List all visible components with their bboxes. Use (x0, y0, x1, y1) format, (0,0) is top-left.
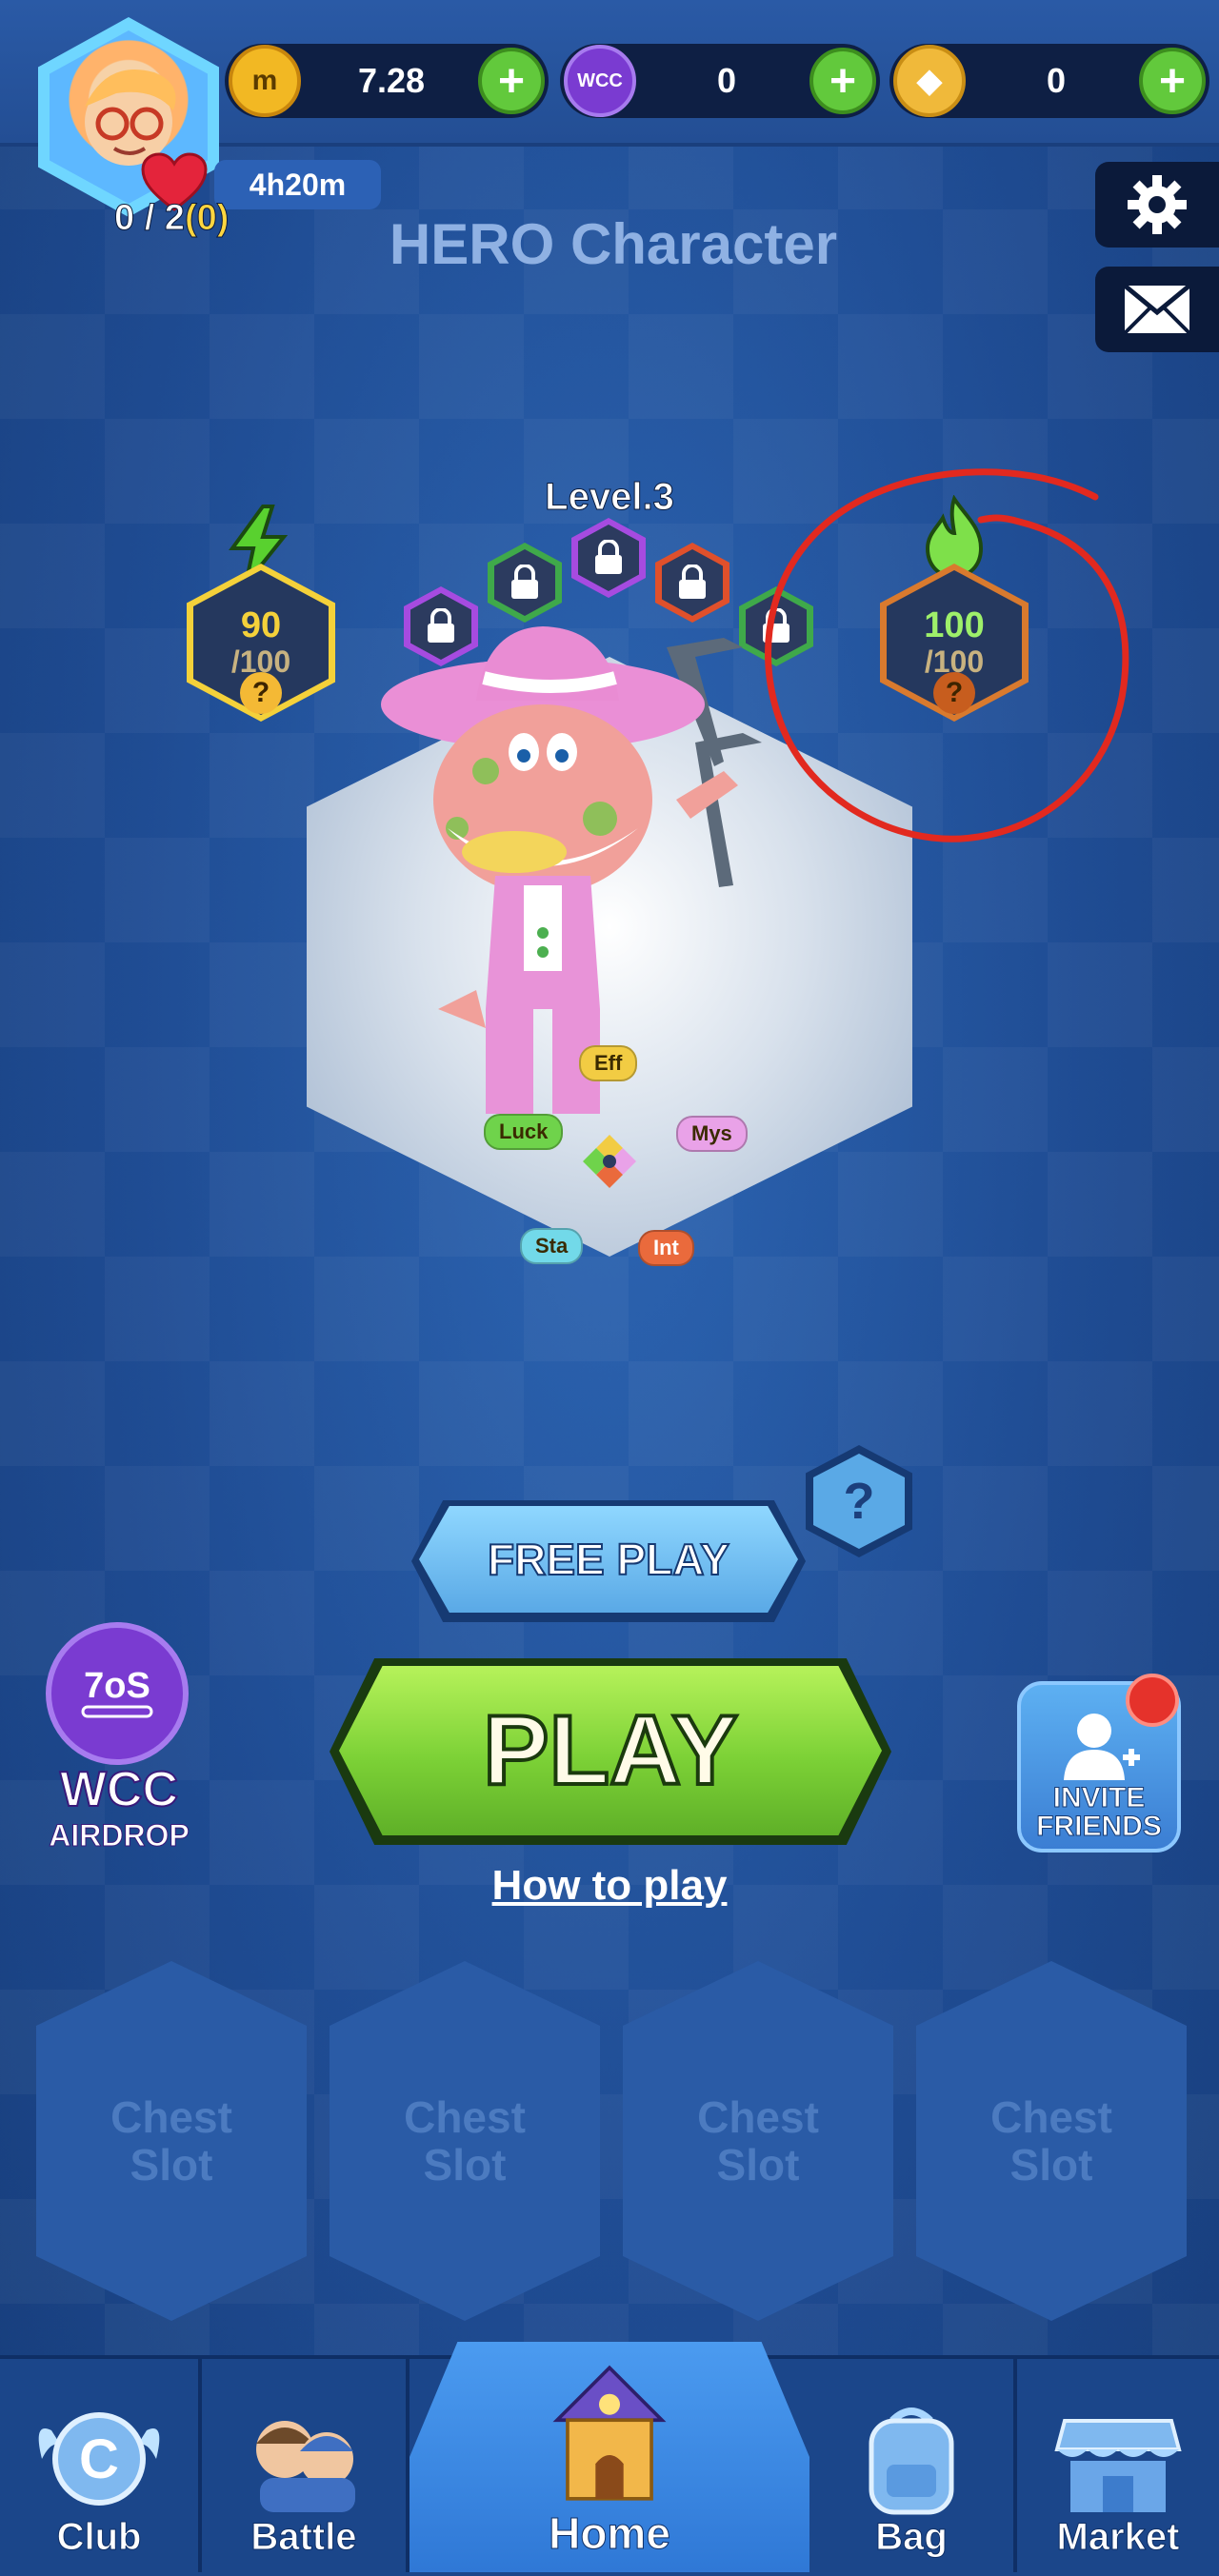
add-bnb-button[interactable]: + (1139, 48, 1206, 114)
nav-battle-label: Battle (250, 2516, 357, 2559)
coin-balance: 7.28 (357, 61, 426, 100)
currency-coin: m 7.28 + (225, 44, 549, 118)
svg-text:7oS: 7oS (84, 1666, 150, 1706)
invite-label-2: FRIENDS (1036, 1811, 1163, 1842)
trait-sta: Sta (520, 1228, 584, 1264)
bnb-token-icon: ◆ (893, 45, 966, 117)
how-to-play-link[interactable]: How to play (467, 1862, 752, 1910)
trait-gem-icon (583, 1135, 636, 1188)
home-house-icon (552, 2365, 667, 2501)
nav-bag-label: Bag (875, 2516, 949, 2559)
locked-slot-3[interactable] (571, 518, 646, 598)
wcc-logo-icon: 7oS (81, 1666, 153, 1718)
energy-count: 0 / 2(0) (114, 198, 230, 239)
lock-icon (679, 565, 706, 599)
add-friend-icon (1064, 1714, 1140, 1780)
svg-text:C: C (79, 2428, 119, 2490)
trait-int: Int (638, 1230, 694, 1266)
add-coin-button[interactable]: + (478, 48, 545, 114)
free-play-button[interactable]: FREE PLAY (419, 1506, 798, 1613)
trait-eff: Eff (579, 1045, 638, 1081)
wcc-airdrop-title: WCC (59, 1762, 179, 1817)
stamina-help-icon[interactable]: ? (240, 672, 282, 714)
nav-home-label: Home (549, 2508, 671, 2559)
chest-slot-2[interactable]: Chest Slot (330, 1961, 600, 2321)
chest-slot-4[interactable]: Chest Slot (916, 1961, 1187, 2321)
gear-icon (1128, 175, 1187, 234)
settings-button[interactable] (1095, 162, 1219, 248)
bnb-balance: 0 (1046, 61, 1067, 100)
stamina-current: 90 (240, 605, 282, 645)
chest-slot-1[interactable]: Chest Slot (36, 1961, 307, 2321)
club-shield-icon: C (38, 2412, 160, 2506)
market-stall-icon (1054, 2419, 1182, 2512)
wcc-airdrop-subtitle: AIRDROP (49, 1818, 190, 1853)
currency-wcc: WCC 0 + (560, 44, 880, 118)
nav-club-label: Club (56, 2516, 142, 2559)
nav-battle[interactable]: Battle (202, 2359, 410, 2572)
m-coin-icon: m (229, 45, 301, 117)
nav-home[interactable]: Home (410, 2359, 809, 2572)
hero-level: Level.3 (545, 476, 675, 519)
add-wcc-button[interactable]: + (809, 48, 876, 114)
notification-dot (1126, 1674, 1179, 1727)
nav-market[interactable]: Market (1017, 2359, 1219, 2572)
battle-characters-icon (256, 2421, 355, 2512)
wcc-balance: 0 (716, 61, 737, 100)
page-title: HERO Character (389, 212, 838, 276)
invite-label-1: INVITE (1052, 1782, 1146, 1813)
nav-club[interactable]: C Club (0, 2359, 202, 2572)
chest-slot-3[interactable]: Chest Slot (623, 1961, 893, 2321)
mail-button[interactable] (1095, 267, 1219, 352)
lock-icon (595, 540, 622, 574)
currency-bnb: ◆ 0 + (889, 44, 1209, 118)
backpack-icon (869, 2408, 954, 2515)
nav-market-label: Market (1056, 2516, 1180, 2559)
trait-mys: Mys (676, 1116, 748, 1152)
trait-luck: Luck (484, 1114, 564, 1150)
nav-bag[interactable]: Bag (809, 2359, 1017, 2572)
energy-timer: 4h20m (214, 160, 381, 209)
wcc-token-icon: WCC (564, 45, 636, 117)
mail-icon (1123, 284, 1191, 335)
wcc-airdrop-button[interactable]: 7oS (46, 1622, 189, 1765)
lock-icon (511, 565, 538, 599)
play-button[interactable]: PLAY (339, 1666, 882, 1835)
